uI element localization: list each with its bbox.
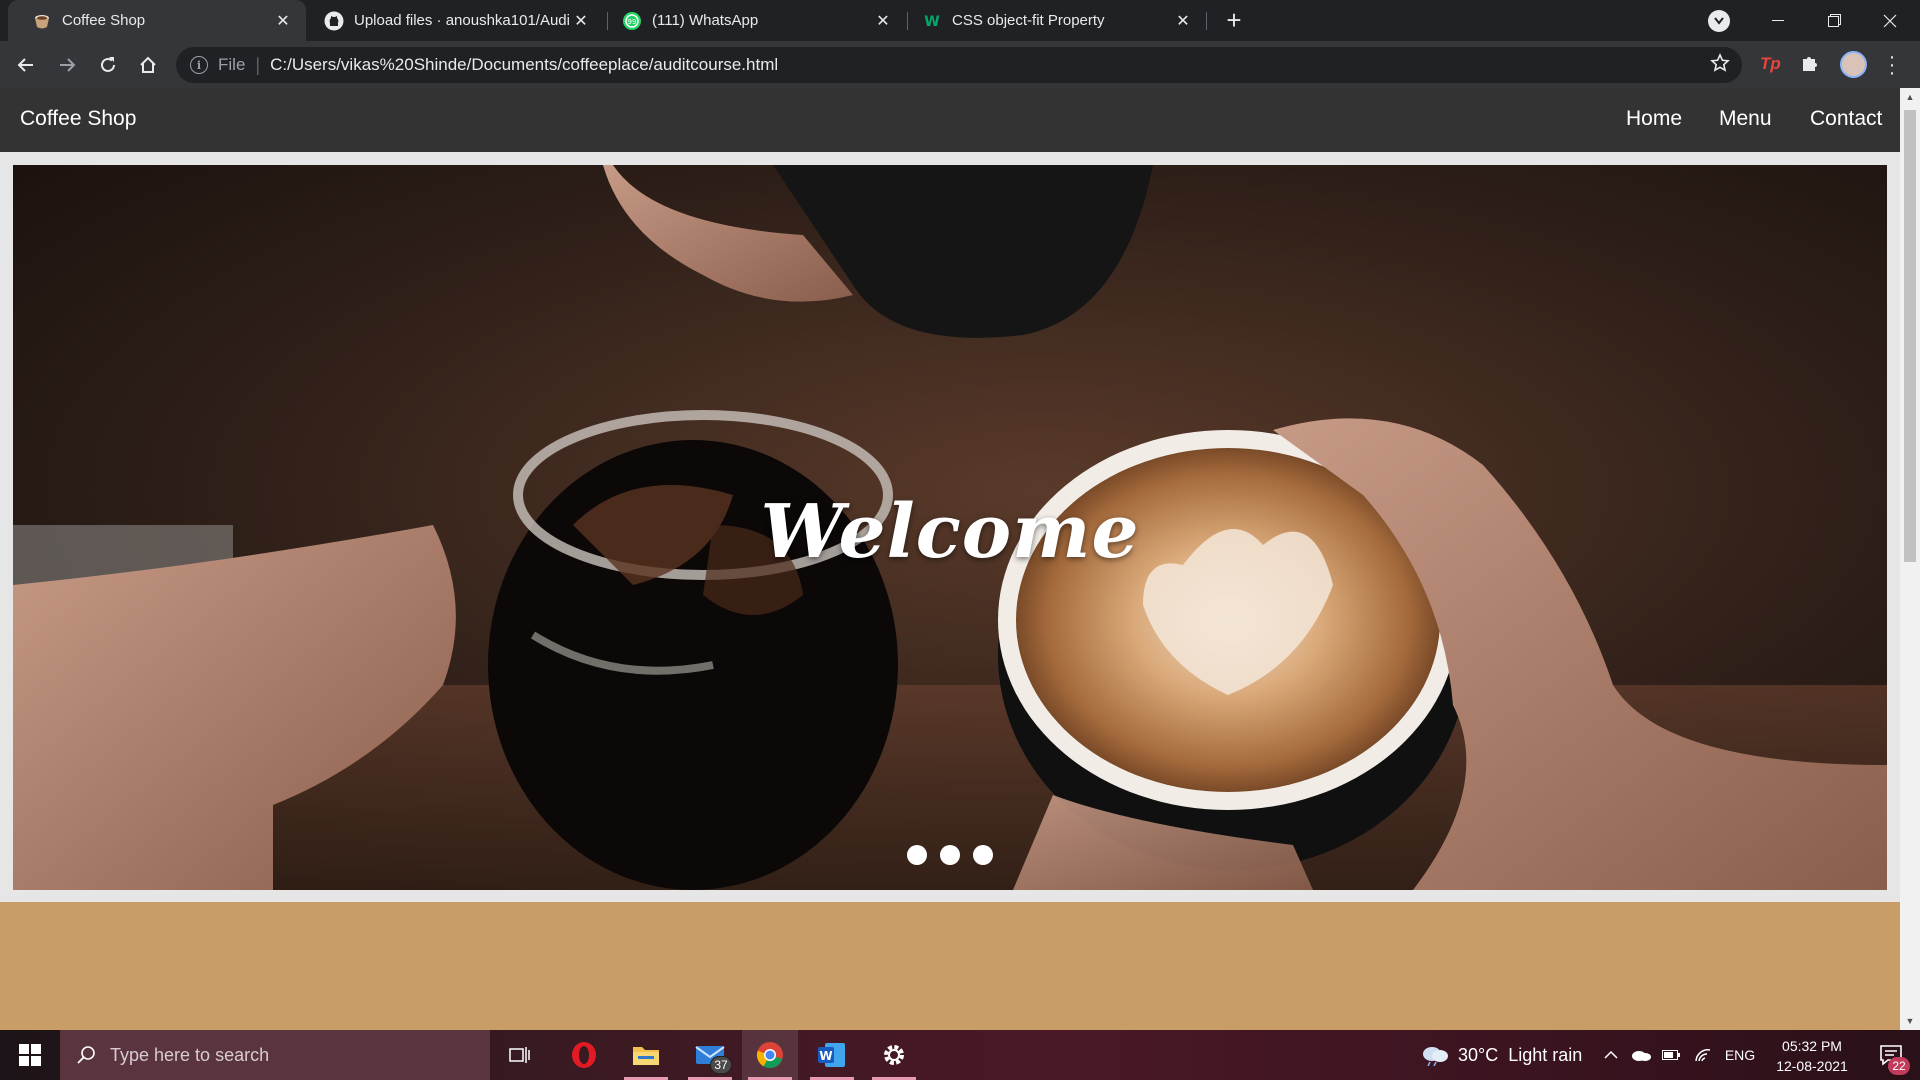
github-icon bbox=[324, 11, 344, 31]
windows-logo-icon bbox=[19, 1044, 41, 1066]
hero-slide: Welcome bbox=[13, 165, 1887, 890]
nav-link-home[interactable]: Home bbox=[1626, 107, 1682, 131]
windows-taskbar: Type here to search 37 W 30°C Light rain… bbox=[0, 1030, 1920, 1080]
hero-slider: Welcome bbox=[0, 152, 1900, 902]
onedrive-icon[interactable] bbox=[1628, 1030, 1654, 1080]
mail-badge: 37 bbox=[710, 1056, 732, 1074]
page-scrollbar[interactable]: ▲ ▼ bbox=[1900, 88, 1920, 1030]
whatsapp-icon: 99 bbox=[622, 11, 642, 31]
tab-title: CSS object-fit Property bbox=[952, 12, 1105, 29]
tab-whatsapp[interactable]: 99 (111) WhatsApp ✕ bbox=[608, 0, 906, 41]
back-button[interactable] bbox=[10, 49, 42, 81]
w3schools-icon: W bbox=[922, 11, 942, 31]
url-separator: | bbox=[255, 54, 261, 75]
notification-center[interactable]: 22 bbox=[1866, 1030, 1916, 1080]
home-button[interactable] bbox=[132, 49, 164, 81]
folder-icon bbox=[633, 1047, 659, 1065]
slider-dots bbox=[13, 845, 1887, 865]
tab-github[interactable]: Upload files · anoushka101/Audit ✕ bbox=[306, 0, 604, 41]
reload-icon bbox=[101, 57, 115, 72]
scroll-down-arrow-icon[interactable]: ▼ bbox=[1905, 1016, 1915, 1026]
battery-icon[interactable] bbox=[1658, 1030, 1684, 1080]
extension-tp-icon[interactable]: Tp bbox=[1760, 54, 1781, 74]
arrow-left-icon bbox=[17, 58, 33, 72]
clock-date: 12-08-2021 bbox=[1776, 1058, 1848, 1074]
restore-button[interactable] bbox=[1806, 0, 1862, 41]
tab-separator bbox=[1206, 12, 1207, 30]
search-icon bbox=[77, 1046, 95, 1064]
scroll-thumb[interactable] bbox=[1904, 110, 1916, 562]
tab-title: (111) WhatsApp bbox=[652, 12, 759, 29]
tab-title: Coffee Shop bbox=[62, 12, 146, 29]
settings-app[interactable] bbox=[866, 1030, 922, 1080]
arrow-right-icon bbox=[60, 58, 76, 72]
chrome-icon bbox=[756, 1042, 783, 1069]
forward-button[interactable] bbox=[51, 49, 83, 81]
notification-badge: 22 bbox=[1888, 1057, 1910, 1075]
star-icon[interactable] bbox=[1710, 53, 1730, 78]
wifi-icon[interactable] bbox=[1690, 1030, 1716, 1080]
tab-css-object-fit[interactable]: W CSS object-fit Property ✕ bbox=[908, 0, 1206, 41]
language-indicator[interactable]: ENG bbox=[1722, 1030, 1758, 1080]
close-icon[interactable]: ✕ bbox=[570, 10, 592, 32]
chevron-up-icon[interactable] bbox=[1600, 1030, 1622, 1080]
address-bar[interactable]: i File | C:/Users/vikas%20Shinde/Documen… bbox=[176, 47, 1742, 83]
web-page: Coffee Shop Home Menu Contact Welcome bbox=[0, 88, 1900, 1030]
task-view-icon bbox=[509, 1047, 530, 1063]
clock-time: 05:32 PM bbox=[1782, 1038, 1842, 1054]
minimize-button[interactable] bbox=[1750, 0, 1806, 41]
close-icon[interactable]: ✕ bbox=[1172, 10, 1194, 32]
coffee-cup-icon bbox=[32, 11, 52, 31]
tab-search-icon[interactable] bbox=[1708, 10, 1730, 32]
opera-app[interactable] bbox=[556, 1030, 612, 1080]
close-icon[interactable]: ✕ bbox=[272, 10, 294, 32]
nav-link-menu[interactable]: Menu bbox=[1719, 107, 1772, 131]
hero-welcome-text: Welcome bbox=[760, 488, 1140, 575]
svg-text:99: 99 bbox=[628, 18, 637, 26]
slider-dot[interactable] bbox=[940, 845, 960, 865]
url-scheme-label: File bbox=[218, 55, 246, 74]
weather-desc: Light rain bbox=[1508, 1044, 1583, 1065]
search-placeholder: Type here to search bbox=[110, 1044, 270, 1065]
slider-dot[interactable] bbox=[907, 845, 927, 865]
system-clock[interactable]: 05:32 PM 12-08-2021 bbox=[1762, 1036, 1862, 1076]
file-explorer-app[interactable] bbox=[618, 1030, 674, 1080]
task-view-button[interactable] bbox=[492, 1030, 548, 1080]
weather-widget[interactable]: 30°C Light rain bbox=[1420, 1030, 1582, 1080]
tab-coffee-shop[interactable]: Coffee Shop ✕ bbox=[8, 0, 306, 41]
reload-button[interactable] bbox=[92, 49, 124, 81]
browser-toolbar: i File | C:/Users/vikas%20Shinde/Documen… bbox=[0, 41, 1920, 88]
close-window-button[interactable] bbox=[1862, 0, 1918, 41]
mail-app[interactable]: 37 bbox=[682, 1030, 738, 1080]
gear-icon bbox=[884, 1045, 904, 1065]
svg-text:W: W bbox=[924, 14, 939, 30]
word-app[interactable]: W bbox=[804, 1030, 860, 1080]
taskbar-search[interactable]: Type here to search bbox=[60, 1030, 490, 1080]
profile-avatar[interactable] bbox=[1840, 51, 1867, 78]
start-button[interactable] bbox=[0, 1030, 60, 1080]
site-brand[interactable]: Coffee Shop bbox=[20, 107, 136, 131]
svg-text:W: W bbox=[819, 1049, 832, 1063]
home-icon bbox=[140, 56, 156, 73]
nav-link-contact[interactable]: Contact bbox=[1810, 107, 1882, 131]
slider-dot[interactable] bbox=[973, 845, 993, 865]
word-icon: W bbox=[818, 1043, 845, 1067]
weather-temp: 30°C bbox=[1458, 1044, 1499, 1065]
opera-icon bbox=[572, 1042, 596, 1068]
tab-strip: Coffee Shop ✕ Upload files · anoushka101… bbox=[0, 0, 1920, 41]
more-menu-icon[interactable]: · · · bbox=[1888, 47, 1896, 83]
url-text[interactable]: C:/Users/vikas%20Shinde/Documents/coffee… bbox=[270, 55, 778, 75]
close-icon[interactable]: ✕ bbox=[872, 10, 894, 32]
chrome-app[interactable] bbox=[742, 1030, 798, 1080]
extensions-puzzle-icon[interactable] bbox=[1800, 53, 1820, 78]
new-tab-button[interactable]: + bbox=[1220, 5, 1248, 35]
site-navbar: Coffee Shop Home Menu Contact bbox=[0, 88, 1900, 152]
tab-title: Upload files · anoushka101/Audit bbox=[354, 12, 570, 29]
scroll-up-arrow-icon[interactable]: ▲ bbox=[1905, 92, 1915, 102]
info-icon[interactable]: i bbox=[190, 56, 208, 74]
cloud-rain-icon bbox=[1423, 1047, 1448, 1066]
